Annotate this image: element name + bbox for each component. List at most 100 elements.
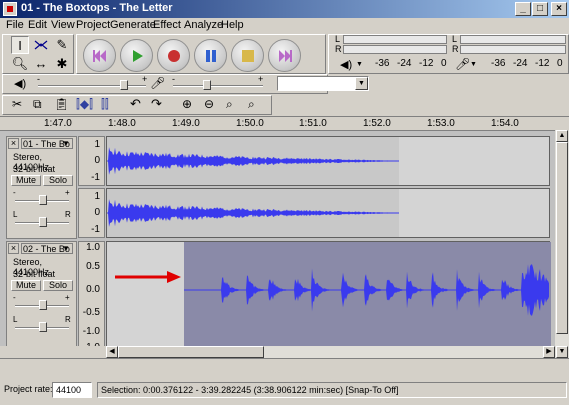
skip-start-button[interactable]: [83, 39, 116, 72]
title-bar: 01 - The Boxtops - The Letter _ □ ×: [0, 0, 569, 18]
rec-scale-0: 0: [557, 58, 563, 69]
play-button[interactable]: [120, 39, 153, 72]
menu-generate[interactable]: Generate: [110, 19, 156, 31]
timeline-ruler[interactable]: 1:47.0 1:48.0 1:49.0 1:50.0 1:51.0 1:52.…: [0, 116, 569, 130]
menu-project[interactable]: Project: [76, 19, 110, 31]
vertical-scroll-thumb[interactable]: [556, 142, 568, 334]
output-volume-thumb[interactable]: [120, 80, 128, 90]
pause-button[interactable]: [194, 39, 227, 72]
scroll-right-icon[interactable]: ▶: [543, 346, 555, 358]
menu-analyze[interactable]: Analyze: [184, 19, 223, 31]
input-volume-slider[interactable]: [173, 85, 263, 87]
track-2-control-panel[interactable]: × 02 - The Bo ▼ Stereo, 44100Hz 32-bit f…: [6, 241, 77, 346]
trim-icon[interactable]: ⫿◆⫿: [76, 97, 93, 112]
rec-scale-36: -36: [491, 58, 506, 69]
silence-icon[interactable]: ⫿⫿: [101, 97, 109, 112]
track-2-pan-left: L: [13, 315, 18, 324]
track-2-mute-button[interactable]: Mute: [11, 280, 41, 291]
skip-start-icon: [93, 50, 106, 62]
track-2-gain-thumb[interactable]: [39, 300, 47, 310]
zoom-out-icon[interactable]: ⊖: [204, 97, 214, 111]
selection-tool-icon[interactable]: I: [11, 36, 29, 54]
menu-effect[interactable]: Effect: [153, 19, 181, 31]
menu-edit[interactable]: Edit: [28, 19, 47, 31]
envelope-tool-icon[interactable]: [32, 36, 50, 54]
status-bar: Project rate: 44100 Selection: 0:00.3761…: [0, 380, 569, 405]
track-1-control-panel[interactable]: × 01 - The Bo ▼ Stereo, 44100Hz 32-bit f…: [6, 136, 77, 239]
zoom-tool-icon[interactable]: 🔍︎: [11, 55, 29, 73]
track-1-left-wave: [107, 147, 399, 175]
track-2-waveform[interactable]: [106, 241, 551, 347]
speaker-icon[interactable]: ◀): [340, 58, 352, 71]
dropdown-arrow-icon[interactable]: ▼: [355, 77, 368, 90]
track-2-pan-thumb[interactable]: [39, 322, 47, 332]
window-title: 01 - The Boxtops - The Letter: [21, 2, 173, 14]
vertical-scrollbar[interactable]: ▲ ▼: [555, 130, 569, 358]
rec-scale-12: -12: [535, 58, 550, 69]
track-2-wave: [184, 264, 549, 316]
copy-icon[interactable]: ⧉: [33, 97, 42, 112]
track-1-close-button[interactable]: ×: [8, 138, 19, 149]
track-2-solo-button[interactable]: Solo: [43, 280, 73, 291]
play-scale-24: -24: [397, 58, 412, 69]
track-2-vruler: 1.0 0.5 0.0 -0.5 -1.0 1.0: [78, 241, 105, 346]
scroll-down-icon[interactable]: ▼: [556, 346, 568, 358]
vruler-label: -1.0: [82, 326, 100, 337]
rec-meter-menu-icon[interactable]: ▼: [470, 61, 477, 68]
menu-view[interactable]: View: [51, 19, 75, 31]
zoom-in-icon[interactable]: ⊕: [182, 97, 192, 111]
vruler-label: -1: [91, 172, 100, 183]
input-volume-thumb[interactable]: [203, 80, 211, 90]
red-arrow-annotation: [115, 271, 181, 283]
ruler-tick: 1:52.0: [363, 118, 391, 129]
track-1-top-vruler: 1 0 -1: [78, 136, 105, 186]
scroll-up-icon[interactable]: ▲: [556, 130, 568, 142]
multi-tool-icon[interactable]: ✱: [53, 55, 71, 73]
maximize-button[interactable]: □: [532, 2, 548, 16]
track-1-pan-thumb[interactable]: [39, 217, 47, 227]
record-button[interactable]: [157, 39, 190, 72]
fit-selection-icon[interactable]: ⌕: [226, 97, 233, 112]
track-2-close-button[interactable]: ×: [8, 243, 19, 254]
project-rate-field[interactable]: 44100: [52, 382, 92, 398]
track-2-gain-max: +: [65, 293, 70, 302]
menu-file[interactable]: File: [6, 19, 24, 31]
skip-end-button[interactable]: [268, 39, 301, 72]
input-mic-icon: 🎤︎: [150, 76, 166, 90]
track-1-right-channel-waveform[interactable]: [106, 188, 550, 238]
play-meter-right: [343, 45, 447, 54]
draw-tool-icon[interactable]: ✎: [53, 36, 71, 54]
track-1-bottom-vruler: 1 0 -1: [78, 188, 105, 238]
cut-icon[interactable]: ✂: [12, 97, 22, 111]
track-1-left-channel-waveform[interactable]: [106, 136, 550, 186]
menu-help[interactable]: Help: [221, 19, 244, 31]
play-meter-menu-icon[interactable]: ▼: [356, 61, 363, 68]
track-1-mute-button[interactable]: Mute: [11, 175, 41, 186]
tools-toolbar: I ✎ 🔍︎ ↔ ✱: [2, 34, 74, 74]
output-slider-max: +: [142, 74, 148, 84]
horizontal-scrollbar[interactable]: ◀ ▶: [106, 346, 555, 358]
vruler-label: -0.5: [82, 307, 100, 318]
output-volume-slider[interactable]: [38, 85, 146, 87]
input-source-select[interactable]: ▼: [277, 76, 369, 91]
close-button[interactable]: ×: [551, 2, 567, 16]
paste-icon[interactable]: 📋︎: [54, 97, 69, 111]
track-1-solo-button[interactable]: Solo: [43, 175, 73, 186]
redo-icon[interactable]: ↷: [151, 96, 162, 112]
mic-icon[interactable]: 🎤︎: [455, 57, 470, 71]
input-slider-max: +: [258, 74, 264, 84]
track-2-menu-icon[interactable]: ▼: [62, 244, 70, 253]
selection-status: Selection: 0:00.376122 - 3:39.282245 (3:…: [97, 382, 567, 398]
play-meter-right-label: R: [335, 44, 342, 54]
stop-button[interactable]: [231, 39, 264, 72]
fit-project-icon[interactable]: ⌕: [248, 97, 255, 112]
track-1-bitdepth: 32-bit float: [13, 164, 56, 174]
app-icon[interactable]: [3, 2, 17, 16]
undo-icon[interactable]: ↶: [130, 96, 141, 112]
scroll-left-icon[interactable]: ◀: [106, 346, 118, 358]
horizontal-scroll-thumb[interactable]: [118, 346, 264, 358]
track-1-gain-thumb[interactable]: [39, 195, 47, 205]
timeshift-tool-icon[interactable]: ↔: [32, 55, 50, 73]
minimize-button[interactable]: _: [515, 2, 531, 16]
track-1-menu-icon[interactable]: ▼: [62, 139, 70, 148]
